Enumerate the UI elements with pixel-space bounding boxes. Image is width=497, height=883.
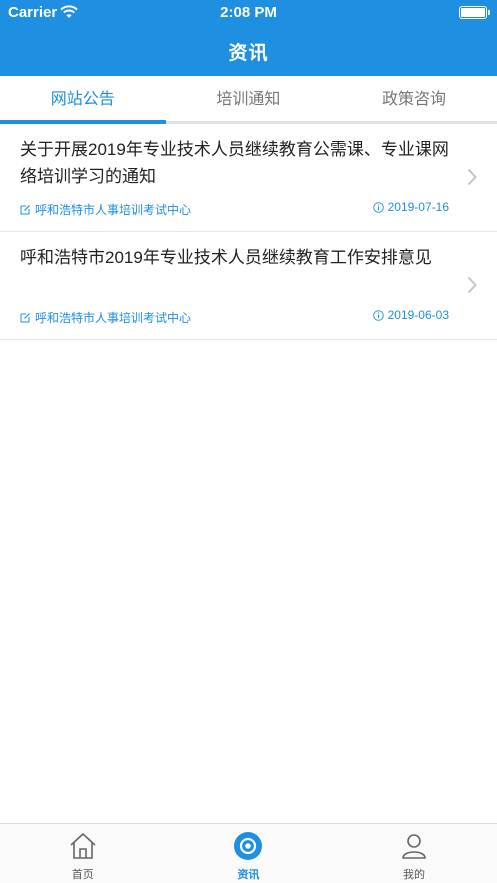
tab-bar-news[interactable]: 资讯 — [166, 824, 332, 883]
status-time: 2:08 PM — [220, 4, 277, 21]
chevron-right-icon — [467, 168, 477, 186]
news-date-label: 2019-06-03 — [387, 308, 449, 322]
news-title: 关于开展2019年专业技术人员继续教育公需课、专业课网络培训学习的通知 — [20, 140, 449, 186]
news-icon — [234, 832, 263, 860]
list-item[interactable]: 关于开展2019年专业技术人员继续教育公需课、专业课网络培训学习的通知 呼和浩特… — [0, 124, 497, 232]
news-source: 呼和浩特市人事培训考试中心 — [20, 309, 191, 326]
tab-bar-home[interactable]: 首页 — [0, 824, 166, 883]
tab-policy-consult[interactable]: 政策咨询 — [331, 76, 497, 124]
battery-icon — [459, 6, 490, 19]
status-bar: Carrier 2:08 PM — [0, 0, 497, 26]
home-icon — [70, 833, 96, 859]
page-title: 资讯 — [228, 43, 269, 64]
edit-icon — [20, 205, 30, 215]
tab-bar-label: 资讯 — [237, 869, 260, 881]
news-date-label: 2019-07-16 — [387, 200, 449, 214]
nav-bar: 资讯 — [0, 26, 497, 76]
news-source-label: 呼和浩特市人事培训考试中心 — [35, 311, 192, 325]
news-date: 2019-07-16 — [372, 200, 449, 214]
news-date: 2019-06-03 — [372, 308, 449, 322]
edit-icon — [20, 313, 30, 323]
bottom-tab-bar: 首页 资讯 我的 — [0, 823, 497, 883]
list-item[interactable]: 呼和浩特市2019年专业技术人员继续教育工作安排意见 呼和浩特市人事培训考试中心… — [0, 232, 497, 340]
news-list: 关于开展2019年专业技术人员继续教育公需课、专业课网络培训学习的通知 呼和浩特… — [0, 124, 497, 340]
tab-bar-label: 我的 — [402, 869, 425, 881]
news-title: 呼和浩特市2019年专业技术人员继续教育工作安排意见 — [20, 248, 432, 267]
tab-bar-mine[interactable]: 我的 — [331, 824, 497, 883]
chevron-right-icon — [467, 276, 477, 294]
tab-website-notice[interactable]: 网站公告 — [0, 76, 166, 124]
category-tabs: 网站公告 培训通知 政策咨询 — [0, 76, 497, 124]
info-icon — [372, 201, 384, 213]
news-source: 呼和浩特市人事培训考试中心 — [20, 201, 191, 218]
tab-bar-label: 首页 — [71, 869, 94, 881]
user-icon — [402, 834, 426, 859]
news-source-label: 呼和浩特市人事培训考试中心 — [35, 203, 192, 217]
tab-training-notice[interactable]: 培训通知 — [166, 76, 332, 124]
info-icon — [372, 309, 384, 321]
